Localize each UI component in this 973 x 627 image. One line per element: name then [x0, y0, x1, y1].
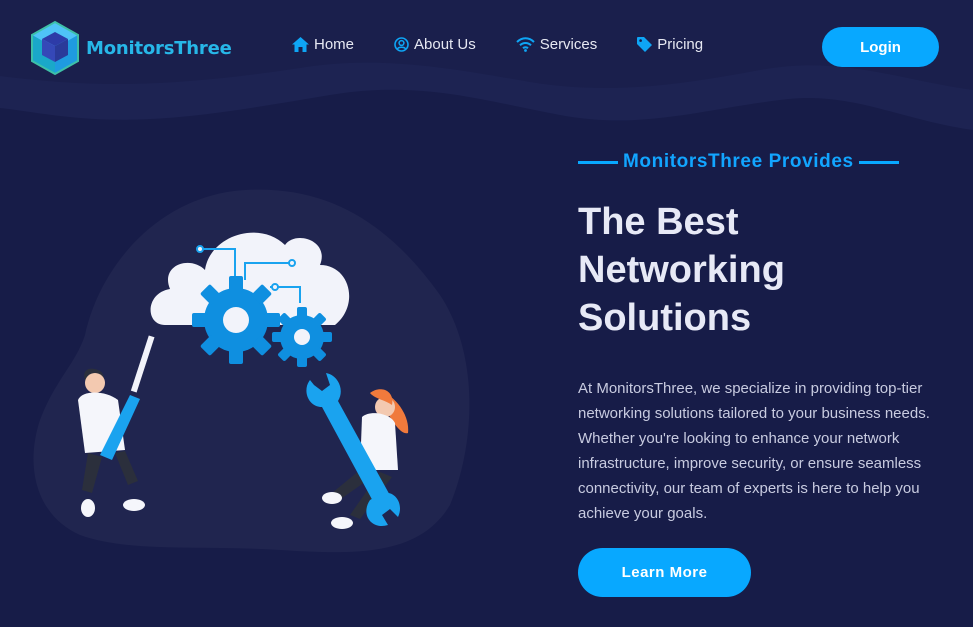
networking-illustration: [33, 189, 470, 553]
nav-home[interactable]: Home: [292, 36, 354, 53]
nav-pricing[interactable]: Pricing: [637, 36, 703, 53]
nav-services-label: Services: [539, 36, 598, 53]
hero-headline: The Best Networking Solutions: [578, 201, 785, 339]
wifi-icon: [516, 37, 535, 52]
login-button[interactable]: Login: [822, 27, 939, 67]
learn-more-button[interactable]: Learn More: [578, 548, 751, 597]
hero-eyebrow-text: MonitorsThree Provides: [623, 151, 854, 172]
nav-home-label: Home: [314, 36, 355, 53]
user-circle-icon: [394, 37, 409, 52]
nav-services[interactable]: Services: [516, 36, 598, 53]
home-icon: [292, 37, 309, 52]
small-gear-icon: [272, 307, 332, 367]
main-nav: Home About Us Services Pricing: [292, 36, 743, 53]
hero-description: At MonitorsThree, we specialize in provi…: [578, 380, 930, 522]
tag-icon: [637, 37, 653, 52]
hero-content: MonitorsThree Provides The Best Networki…: [578, 148, 938, 597]
nav-about-label: About Us: [414, 36, 476, 53]
header: MonitorsThree Home About Us Services Pri…: [0, 0, 973, 95]
nav-about[interactable]: About Us: [394, 36, 476, 53]
cube-logo-icon: [31, 20, 79, 76]
hero-eyebrow: MonitorsThree Provides: [578, 148, 938, 176]
eyebrow-line-left: [578, 160, 618, 164]
brand-logo[interactable]: MonitorsThree: [30, 20, 232, 76]
eyebrow-line-right: [858, 160, 899, 164]
large-gear-icon: [192, 276, 280, 364]
brand-name: MonitorsThree: [86, 37, 232, 59]
nav-pricing-label: Pricing: [657, 36, 704, 53]
